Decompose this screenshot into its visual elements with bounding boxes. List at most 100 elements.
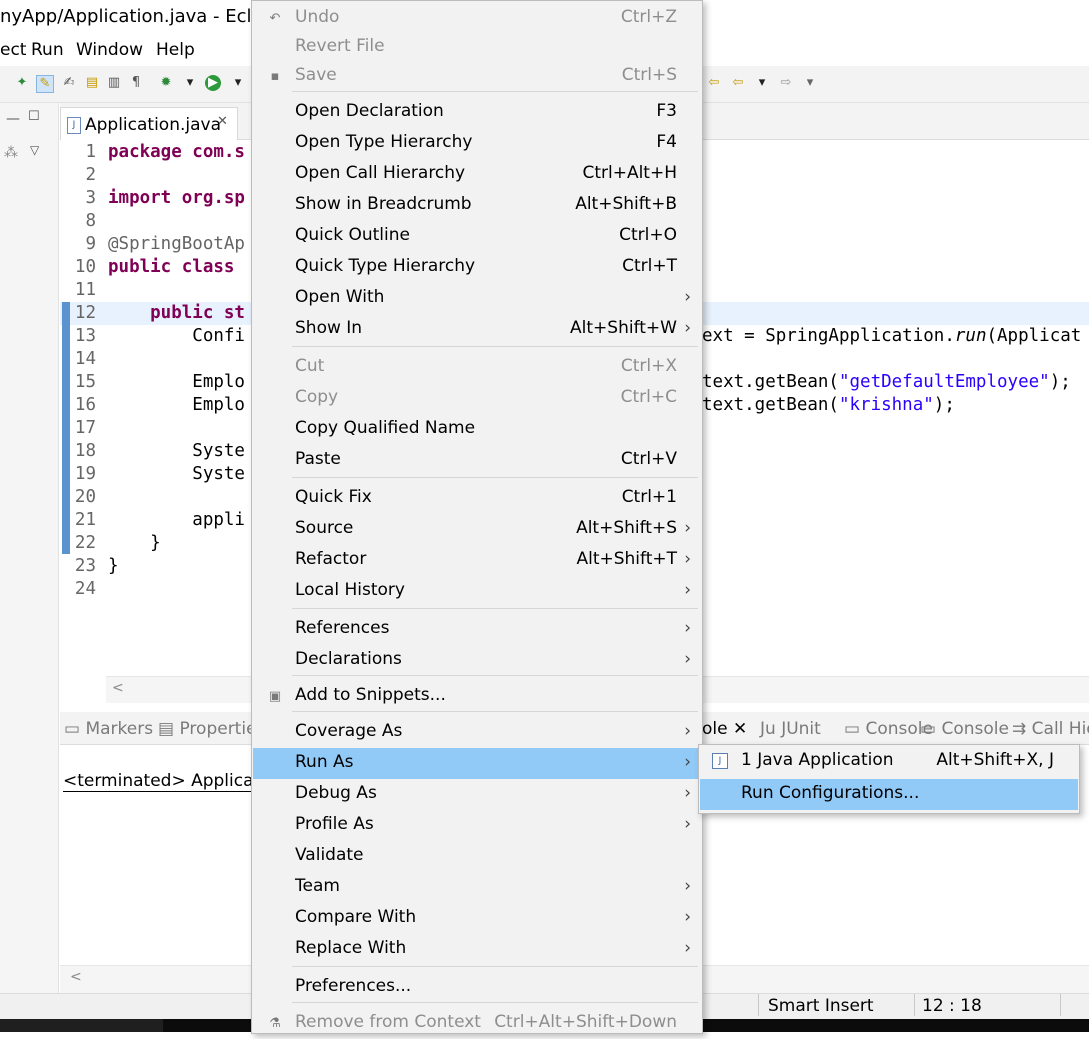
menu-item-revert-file[interactable]: Revert File: [253, 32, 701, 63]
menu-item-open-call-hierarchy[interactable]: Open Call Hierarchy Ctrl+Alt+H: [253, 159, 701, 190]
run-dropdown-icon[interactable]: ▾: [230, 75, 246, 91]
debug-icon[interactable]: ✹: [158, 75, 174, 91]
submenu-arrow-icon: ›: [684, 649, 691, 669]
menu-item-compare-with[interactable]: Compare With ›: [253, 903, 701, 934]
menu-item-refactor[interactable]: Refactor Alt+Shift+T ›: [253, 545, 701, 576]
editor-tab-application-java[interactable]: J Application.java ✕: [60, 107, 238, 140]
menu-item-replace-with[interactable]: Replace With ›: [253, 934, 701, 965]
tab-properties[interactable]: ▤ Properties: [158, 719, 265, 739]
menu-item-label: Replace With: [295, 938, 407, 958]
menu-item-profile-as[interactable]: Profile As ›: [253, 810, 701, 841]
menu-item-quick-type-hierarchy[interactable]: Quick Type Hierarchy Ctrl+T: [253, 252, 701, 283]
menu-item-label: Paste: [295, 449, 341, 469]
menu-item-label: Validate: [295, 845, 364, 865]
menu-item-add-to-snippets[interactable]: ▣ Add to Snippets...: [253, 681, 701, 712]
package-explorer-icon[interactable]: ⁂: [4, 145, 18, 161]
tab-console-3[interactable]: ▭ Console: [920, 719, 1009, 739]
menu-item-show-in-breadcrumb[interactable]: Show in Breadcrumb Alt+Shift+B: [253, 190, 701, 221]
line-number: 16: [74, 395, 96, 415]
code-line: 19 Syste: [64, 463, 245, 486]
close-icon[interactable]: ✕: [217, 114, 228, 129]
menu-item-references[interactable]: References ›: [253, 614, 701, 645]
tab-junit[interactable]: Ju JUnit: [760, 719, 821, 739]
submenu-arrow-icon: ›: [684, 318, 691, 338]
code-line: 14: [64, 348, 108, 371]
menu-item-team[interactable]: Team ›: [253, 872, 701, 903]
code-line: 15 Emplo: [64, 371, 245, 394]
menu-item-copy-qualified-name[interactable]: Copy Qualified Name: [253, 414, 701, 445]
menu-window[interactable]: Window: [76, 40, 143, 60]
menu-help[interactable]: Help: [156, 40, 195, 60]
menu-item-preferences[interactable]: Preferences...: [253, 972, 701, 1003]
new-java-project-icon[interactable]: ✦: [14, 75, 30, 91]
menu-item-save[interactable]: ▪ Save Ctrl+S: [253, 61, 701, 92]
menu-item-open-type-hierarchy[interactable]: Open Type Hierarchy F4: [253, 128, 701, 159]
tab-markers[interactable]: ▭ Markers: [64, 719, 153, 739]
submenu-item-run-configurations[interactable]: Run Configurations...: [700, 779, 1078, 810]
menu-item-validate[interactable]: Validate: [253, 841, 701, 872]
menu-project[interactable]: ect: [0, 40, 26, 60]
menu-separator: [292, 966, 698, 967]
menu-item-coverage-as[interactable]: Coverage As ›: [253, 717, 701, 748]
menu-item-declarations[interactable]: Declarations ›: [253, 645, 701, 676]
code-line: 9 @SpringBootAp: [64, 233, 245, 256]
submenu-arrow-icon: ›: [684, 618, 691, 638]
menu-item-undo[interactable]: ↶ Undo Ctrl+Z: [253, 3, 701, 34]
status-cursor-position: 12 : 18: [922, 996, 982, 1016]
status-insert-mode: Smart Insert: [768, 996, 874, 1016]
menu-run[interactable]: Run: [31, 40, 64, 60]
maximize-icon[interactable]: ☐: [28, 109, 40, 124]
back-dropdown-icon[interactable]: ▾: [754, 75, 770, 91]
next-annotation-icon[interactable]: ▤: [84, 75, 100, 91]
window-title: nyApp/Application.java - Eclipse: [0, 6, 289, 27]
submenu-item-1-java-application[interactable]: J 1 Java Application Alt+Shift+X, J: [700, 746, 1078, 777]
code-line: 24: [64, 578, 108, 601]
menu-separator: [292, 346, 698, 347]
scroll-left-icon[interactable]: <: [112, 680, 124, 696]
menu-item-run-as[interactable]: Run As ›: [253, 748, 701, 779]
debug-dropdown-icon[interactable]: ▾: [182, 75, 198, 91]
menu-item-open-declaration[interactable]: Open Declaration F3: [253, 97, 701, 128]
menu-item-shortcut: Ctrl+V: [620, 449, 677, 469]
tab-call-hierarchy[interactable]: ⇉ Call Hie: [1012, 719, 1089, 739]
menu-item-debug-as[interactable]: Debug As ›: [253, 779, 701, 810]
menu-item-remove-from-context[interactable]: ⚗ Remove from Context Ctrl+Alt+Shift+Down: [253, 1008, 701, 1039]
menu-item-label: Cut: [295, 356, 325, 376]
editor-tab-label: Application.java: [85, 115, 222, 135]
code-text: package com.s: [108, 142, 245, 162]
code-fragment-line13: ext = SpringApplication.run(Applicat: [702, 326, 1082, 346]
toggle-breadcrumb-icon[interactable]: ✍: [61, 75, 77, 91]
code-text: Syste: [108, 441, 245, 461]
menu-item-paste[interactable]: Paste Ctrl+V: [253, 445, 701, 476]
menu-item-show-in[interactable]: Show In Alt+Shift+W ›: [253, 314, 701, 345]
scroll-left-icon[interactable]: <: [70, 969, 82, 985]
code-line: 21 appli: [64, 509, 245, 532]
menu-item-copy[interactable]: Copy Ctrl+C: [253, 383, 701, 414]
tab-console-active[interactable]: ole ✕: [702, 719, 747, 739]
forward-dropdown-icon[interactable]: ▾: [802, 75, 818, 91]
paragraph-icon[interactable]: ¶: [128, 75, 144, 91]
minimize-icon[interactable]: —: [6, 111, 20, 127]
menu-item-quick-outline[interactable]: Quick Outline Ctrl+O: [253, 221, 701, 252]
menu-item-open-with[interactable]: Open With ›: [253, 283, 701, 314]
menu-item-label: Add to Snippets...: [295, 685, 446, 705]
show-whitespace-icon[interactable]: ▥: [106, 75, 122, 91]
menu-item-label: Compare With: [295, 907, 417, 927]
submenu-arrow-icon: ›: [684, 721, 691, 741]
code-text: Syste: [108, 464, 245, 484]
menu-item-label: Show In: [295, 318, 363, 338]
menu-item-cut[interactable]: Cut Ctrl+X: [253, 352, 701, 383]
line-number: 18: [74, 441, 96, 461]
menu-item-local-history[interactable]: Local History ›: [253, 576, 701, 607]
line-number: 14: [74, 349, 96, 369]
line-number: 11: [74, 280, 96, 300]
last-edit-location-icon[interactable]: ⇦: [706, 75, 722, 91]
mark-occurrences-icon[interactable]: ✎: [36, 75, 54, 93]
menu-item-source[interactable]: Source Alt+Shift+S ›: [253, 514, 701, 545]
back-icon[interactable]: ⇦: [730, 75, 746, 91]
view-menu-icon[interactable]: ▽: [30, 143, 39, 157]
forward-icon[interactable]: ⇨: [778, 75, 794, 91]
submenu-arrow-icon: ›: [684, 287, 691, 307]
run-icon[interactable]: ▶: [205, 75, 221, 91]
menu-item-quick-fix[interactable]: Quick Fix Ctrl+1: [253, 483, 701, 514]
